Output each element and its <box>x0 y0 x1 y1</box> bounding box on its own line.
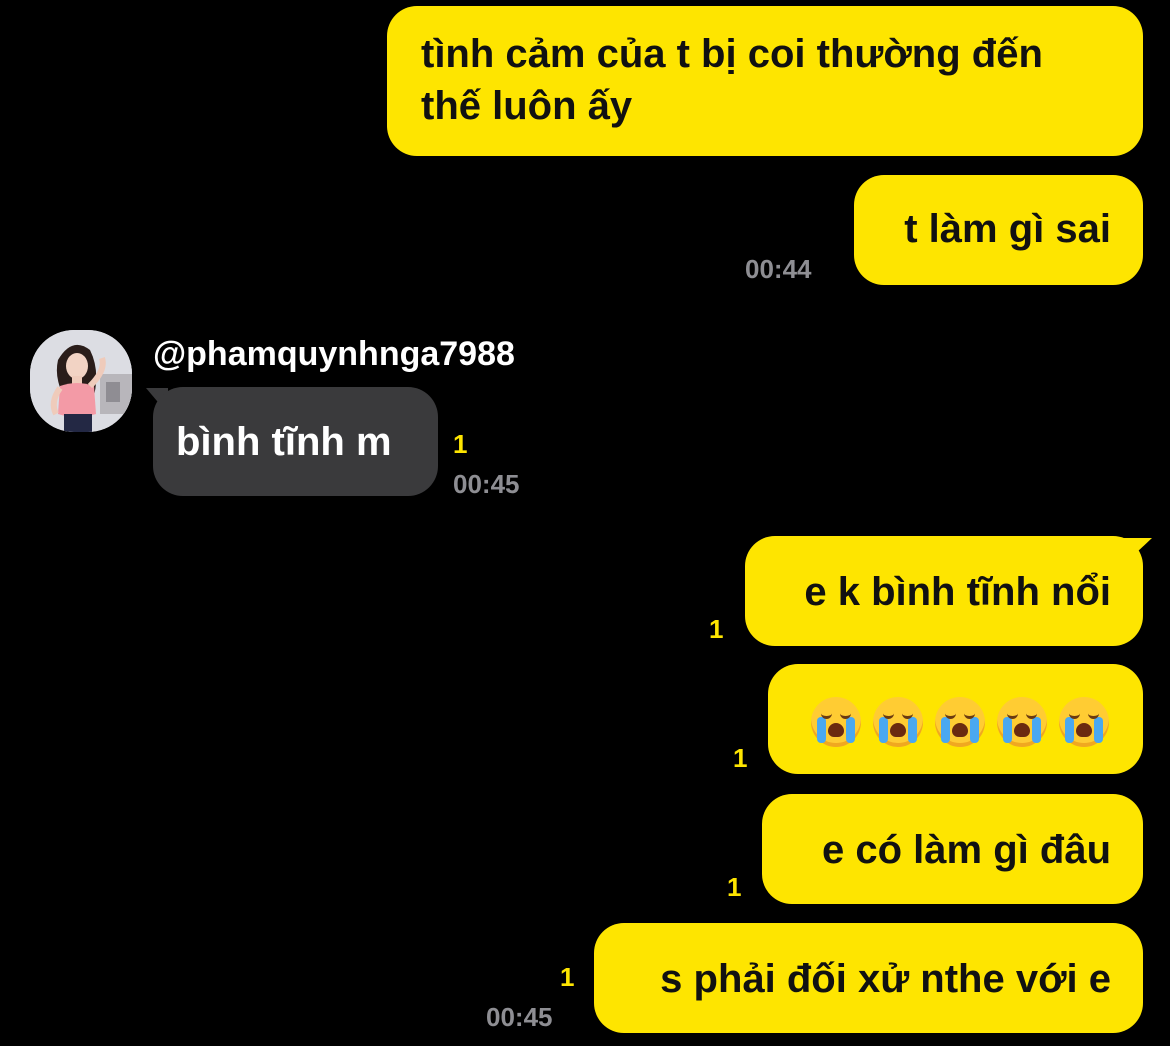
message-text: t làm gì sai <box>904 207 1111 251</box>
unread-count: 1 <box>733 743 748 773</box>
their-message-bubble[interactable]: bình tĩnh m <box>153 387 438 496</box>
loudly-crying-face-icon <box>873 697 923 748</box>
message-text-line-1: tình cảm của t bị coi thường đến <box>421 32 1043 76</box>
message-text: e có làm gì đâu <box>822 828 1111 872</box>
loudly-crying-face-icon <box>1059 697 1109 748</box>
message-timestamp: 00:45 <box>486 1002 553 1032</box>
message-timestamp: 00:45 <box>453 469 520 499</box>
loudly-crying-face-icon <box>935 697 985 748</box>
unread-count: 1 <box>560 962 575 992</box>
avatar-photo <box>30 330 132 432</box>
sender-avatar[interactable] <box>30 330 132 432</box>
unread-count: 1 <box>727 872 742 902</box>
my-message-bubble[interactable]: e có làm gì đâu <box>762 794 1143 904</box>
sender-username[interactable]: @phamquynhnga7988 <box>153 334 515 374</box>
unread-count: 1 <box>453 429 468 459</box>
my-message-bubble[interactable]: tình cảm của t bị coi thường đến thế luô… <box>387 6 1143 156</box>
my-message-bubble[interactable]: s phải đối xử nthe với e <box>594 923 1143 1033</box>
message-text: bình tĩnh m <box>176 420 392 464</box>
my-message-bubble[interactable] <box>768 664 1143 774</box>
message-timestamp: 00:44 <box>745 254 812 284</box>
loudly-crying-face-icon <box>811 697 861 748</box>
unread-count: 1 <box>709 614 724 644</box>
loudly-crying-face-icon <box>997 697 1047 748</box>
message-text: s phải đối xử nthe với e <box>660 957 1111 1001</box>
my-message-bubble[interactable]: t làm gì sai <box>854 175 1143 285</box>
message-text: e k bình tĩnh nổi <box>804 570 1111 614</box>
message-text-line-2: thế luôn ấy <box>421 84 633 128</box>
my-message-bubble[interactable]: e k bình tĩnh nổi <box>745 536 1143 646</box>
